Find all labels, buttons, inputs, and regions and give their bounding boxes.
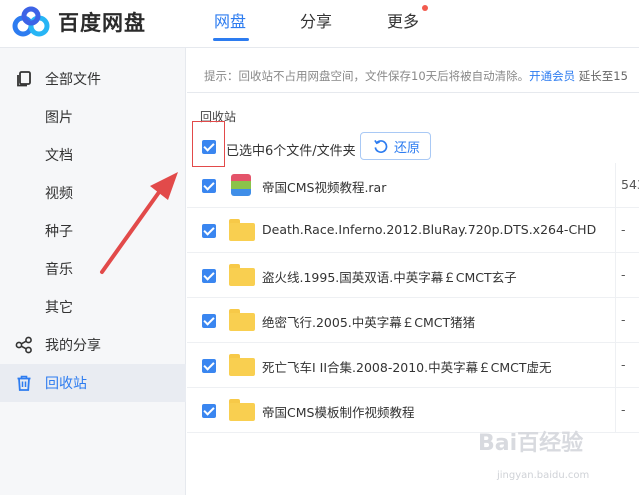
share-icon <box>15 336 32 354</box>
file-name[interactable]: 盗火线.1995.国英双语.中英字幕￡CMCT玄子 <box>262 267 517 286</box>
divider <box>187 92 639 93</box>
watermark-url: jingyan.baidu.com <box>497 470 590 481</box>
file-name[interactable]: 帝国CMS视频教程.rar <box>262 177 386 196</box>
tab-netdisk[interactable]: 网盘 <box>214 8 246 42</box>
sidebar-item-label: 我的分享 <box>45 338 101 354</box>
folder-icon <box>229 219 255 241</box>
file-size: - <box>621 357 626 372</box>
folder-icon <box>229 309 255 331</box>
tip-tail-text: 延长至15 <box>575 69 628 83</box>
folder-icon <box>229 354 255 376</box>
tab-share[interactable]: 分享 <box>300 8 332 42</box>
folder-icon <box>229 264 255 286</box>
file-size: - <box>621 222 626 237</box>
app-title: 百度网盘 <box>58 11 146 35</box>
annotation-arrow-icon <box>100 172 178 274</box>
sidebar-item-label: 种子 <box>45 224 73 240</box>
open-vip-link[interactable]: 开通会员 <box>529 69 575 83</box>
sidebar-item-label: 图片 <box>45 110 73 126</box>
trash-icon <box>17 375 31 391</box>
row-checkbox[interactable] <box>202 179 216 193</box>
row-checkbox[interactable] <box>202 314 216 328</box>
row-checkbox[interactable] <box>202 404 216 418</box>
sidebar-item-all-files[interactable]: 全部文件 <box>0 60 186 98</box>
file-size: 543 <box>621 177 639 192</box>
file-name[interactable]: 帝国CMS模板制作视频教程 <box>262 402 414 421</box>
restore-button[interactable]: 还原 <box>360 132 431 160</box>
file-size: - <box>621 267 626 282</box>
file-name[interactable]: 死亡飞车I II合集.2008-2010.中英字幕￡CMCT虚无 <box>262 357 552 376</box>
column-divider <box>615 253 616 298</box>
files-icon <box>17 71 31 87</box>
restore-icon <box>374 139 388 153</box>
baidu-cloud-logo-icon <box>12 6 50 37</box>
column-divider <box>615 388 616 433</box>
sidebar-item-label: 回收站 <box>45 376 87 392</box>
selection-count-text: 已选中6个文件/文件夹 <box>226 144 356 159</box>
tip-text: 提示：回收站不占用网盘空间，文件保存10天后将被自动清除。 <box>204 69 530 83</box>
sidebar-item-my-shares[interactable]: 我的分享 <box>0 326 186 364</box>
watermark: Bai百经验 <box>478 431 584 456</box>
rar-archive-icon <box>231 174 251 196</box>
notification-dot <box>422 5 428 11</box>
sidebar-item-images[interactable]: 图片 <box>0 98 186 136</box>
top-header: 百度网盘 网盘 分享 更多 <box>0 0 639 48</box>
sidebar-item-label: 音乐 <box>45 262 73 278</box>
file-name[interactable]: 绝密飞行.2005.中英字幕￡CMCT猪猪 <box>262 312 475 331</box>
tab-more[interactable]: 更多 <box>387 8 419 42</box>
file-name[interactable]: Death.Race.Inferno.2012.BluRay.720p.DTS.… <box>262 222 596 237</box>
row-checkbox[interactable] <box>202 224 216 238</box>
sidebar-item-recycle-bin[interactable]: 回收站 <box>0 364 186 402</box>
sidebar-item-label: 文档 <box>45 148 73 164</box>
sidebar-item-other[interactable]: 其它 <box>0 288 186 326</box>
sidebar-item-label: 全部文件 <box>45 72 101 88</box>
table-row[interactable]: 帝国CMS视频教程.rar 543 <box>187 163 639 208</box>
sidebar-item-label: 视频 <box>45 186 73 202</box>
table-row[interactable]: 盗火线.1995.国英双语.中英字幕￡CMCT玄子 - <box>187 253 639 298</box>
sidebar-item-label: 其它 <box>45 300 73 316</box>
column-divider <box>615 208 616 253</box>
file-size: - <box>621 312 626 327</box>
logo[interactable]: 百度网盘 <box>10 4 146 40</box>
restore-label: 还原 <box>394 140 421 156</box>
row-checkbox[interactable] <box>202 269 216 283</box>
table-row[interactable]: 绝密飞行.2005.中英字幕￡CMCT猪猪 - <box>187 298 639 343</box>
rar-file-icon <box>229 174 255 196</box>
sidebar-item-documents[interactable]: 文档 <box>0 136 186 174</box>
annotation-highlight-box <box>192 121 225 167</box>
column-divider <box>615 163 616 208</box>
recycle-bin-tip: 提示：回收站不占用网盘空间，文件保存10天后将被自动清除。开通会员 延长至15 <box>204 68 628 84</box>
table-row[interactable]: 死亡飞车I II合集.2008-2010.中英字幕￡CMCT虚无 - <box>187 343 639 388</box>
column-divider <box>615 298 616 343</box>
file-size: - <box>621 402 626 417</box>
column-divider <box>615 343 616 388</box>
table-row[interactable]: Death.Race.Inferno.2012.BluRay.720p.DTS.… <box>187 208 639 253</box>
active-tab-indicator <box>213 38 249 41</box>
row-checkbox[interactable] <box>202 359 216 373</box>
folder-icon <box>229 399 255 421</box>
